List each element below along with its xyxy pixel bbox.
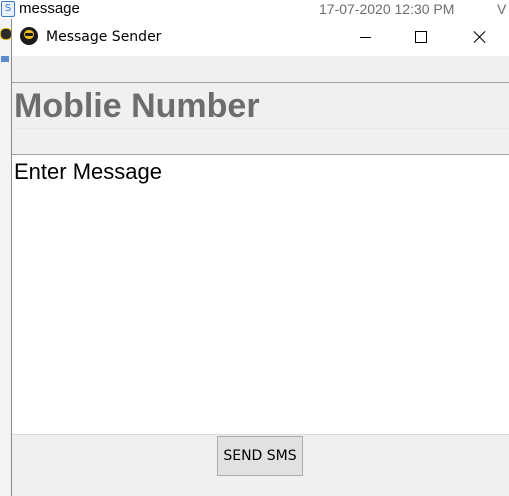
message-placeholder: Enter Message bbox=[14, 159, 162, 184]
mobile-number-placeholder: Moblie Number bbox=[14, 87, 260, 125]
send-sms-button[interactable]: SEND SMS bbox=[217, 436, 303, 476]
close-button[interactable] bbox=[456, 19, 502, 56]
file-name: message bbox=[19, 0, 80, 17]
background-window-strip bbox=[0, 19, 12, 496]
message-sender-window: Message Sender Moblie Number Enter Messa… bbox=[11, 19, 509, 496]
middle-spacer bbox=[12, 129, 509, 155]
top-spacer bbox=[12, 56, 509, 83]
background-file-row[interactable]: S message 17-07-2020 12:30 PM V bbox=[0, 0, 509, 20]
folder-icon bbox=[1, 56, 9, 62]
file-date: 17-07-2020 12:30 PM bbox=[319, 1, 455, 17]
minimize-icon bbox=[360, 37, 371, 38]
minimize-button[interactable] bbox=[342, 19, 388, 56]
file-type: V bbox=[497, 1, 507, 17]
maximize-icon bbox=[415, 31, 427, 43]
app-logo-icon bbox=[20, 27, 38, 45]
python-file-icon: S bbox=[1, 1, 15, 17]
message-textarea[interactable]: Enter Message bbox=[12, 155, 509, 435]
title-bar[interactable]: Message Sender bbox=[12, 19, 509, 56]
close-icon bbox=[472, 25, 486, 47]
mobile-number-input[interactable]: Moblie Number bbox=[12, 83, 509, 129]
maximize-button[interactable] bbox=[398, 19, 444, 56]
window-title: Message Sender bbox=[46, 29, 162, 45]
